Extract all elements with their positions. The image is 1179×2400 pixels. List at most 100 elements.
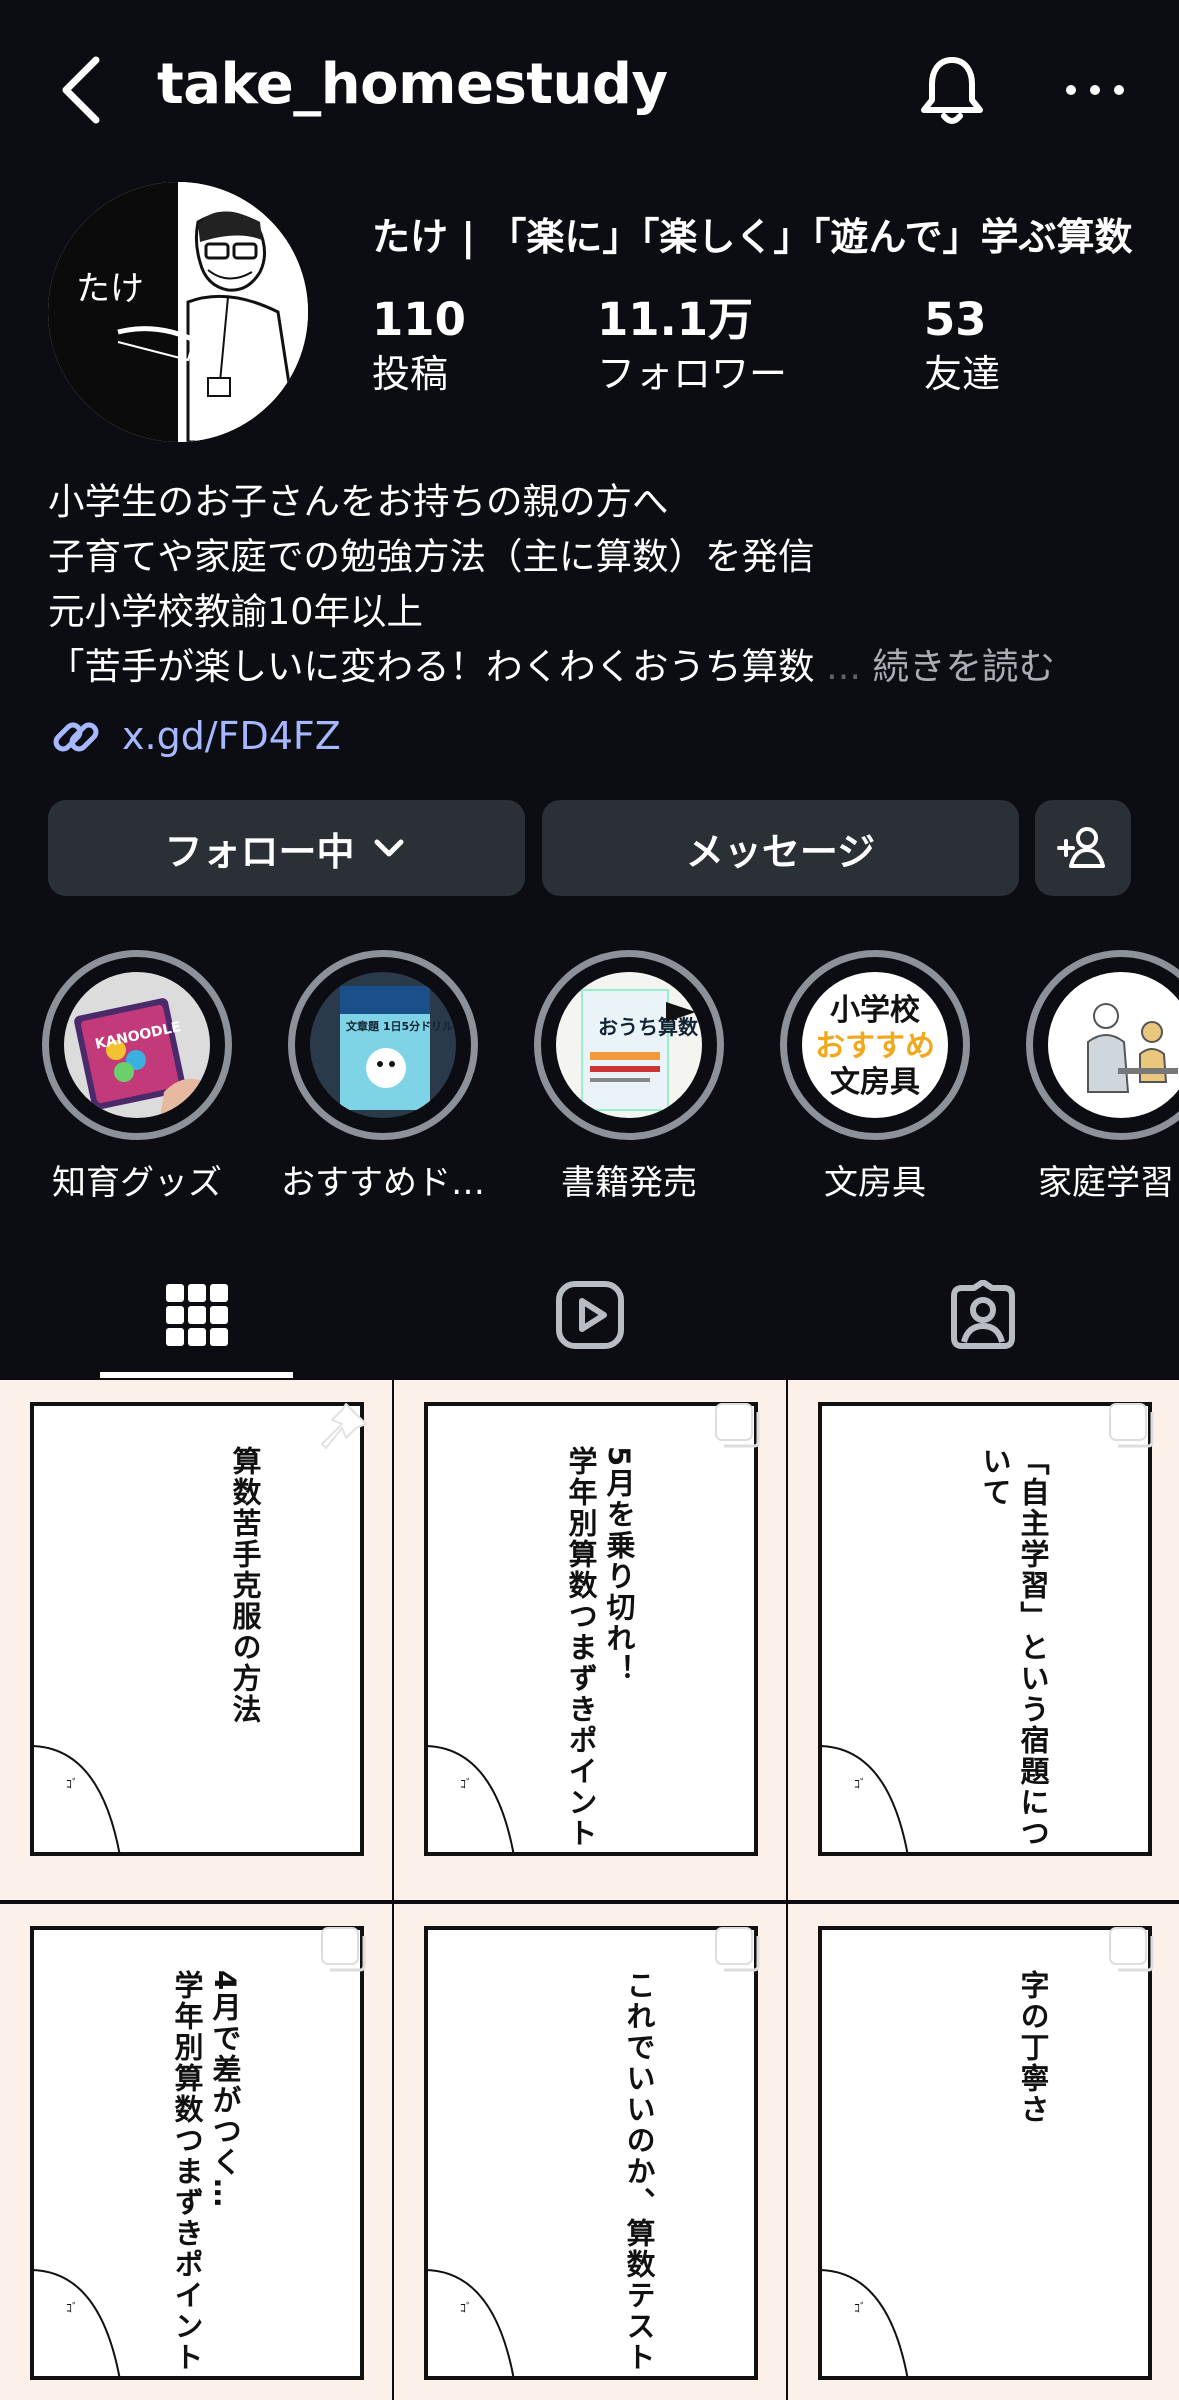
profile-tabs (0, 1250, 1179, 1380)
grid-icon (165, 1284, 228, 1346)
more-options-button[interactable] (1055, 60, 1135, 120)
highlight-item[interactable]: 小学校 おすすめ 文房具 文房具 (750, 950, 996, 1203)
stat-followers[interactable]: 11.1万 フォロワー (597, 292, 787, 400)
stat-friends-value: 53 (924, 293, 987, 346)
highlight-cover: KANOODLE (64, 972, 210, 1118)
highlight-item[interactable]: おうち算数 書籍発売 (504, 950, 750, 1203)
post-card: 5月を乗り切れ！ 学年別算数つまずきポイント ｺﾞ (424, 1402, 758, 1856)
svg-text:ｺﾞ: ｺﾞ (460, 1777, 472, 1791)
profile-screen: take_homestudy たけ たけ | 「楽に」「楽しく」「遊んで」学ぶ算… (0, 0, 1179, 2400)
bio: 小学生のお子さんをお持ちの親の方へ 子育てや家庭での勉強方法（主に算数）を発信 … (48, 474, 1148, 694)
more-dots-icon (1066, 85, 1124, 95)
highlight-cover: おうち算数 (556, 972, 702, 1118)
pin-icon (321, 1403, 367, 1449)
active-tab-indicator (100, 1372, 293, 1378)
post-title: 5月を乗り切れ！ 学年別算数つまずきポイント (564, 1446, 636, 1849)
carousel-icon (715, 1403, 760, 1448)
highlight-cover: 小学校 おすすめ 文房具 (802, 972, 948, 1118)
highlight-item[interactable]: KANOODLE 知育グッズ (12, 950, 258, 1203)
post-card: 算数苦手克服の方法 ｺﾞ (30, 1402, 364, 1856)
highlight-ring: 文章題 1日5分ドリル (288, 950, 478, 1140)
corner-doodle: ｺﾞ (424, 2269, 515, 2380)
bell-icon (921, 57, 983, 124)
bio-more-link[interactable]: 続きを読む (873, 645, 1056, 688)
highlight-ring: KANOODLE (42, 950, 232, 1140)
post-tile[interactable]: 4月で差がつく… 学年別算数つまずきポイント ｺﾞ (0, 1904, 392, 2400)
following-label: フォロー中 (164, 829, 355, 874)
svg-text:ｺﾞ: ｺﾞ (66, 1777, 78, 1791)
post-title: 「自主学習」という宿題について (978, 1446, 1050, 1849)
profile-username: take_homestudy (157, 52, 668, 117)
stat-posts-value: 110 (372, 293, 466, 346)
message-button[interactable]: メッセージ (542, 800, 1019, 896)
highlight-item[interactable]: 家庭学習 (996, 950, 1179, 1203)
tab-reels[interactable] (393, 1250, 786, 1380)
stat-followers-label: フォロワー (597, 352, 788, 396)
back-button[interactable] (52, 50, 122, 130)
suggested-users-button[interactable] (1035, 800, 1131, 896)
highlight-item[interactable]: 文章題 1日5分ドリル おすすめド… (258, 950, 504, 1203)
bio-line-last: 「苦手が楽しいに変わる！わくわくおうち算数 ... 続きを読む (48, 639, 1148, 694)
bio-line: 子育てや家庭での勉強方法（主に算数）を発信 (48, 535, 815, 578)
highlight-cover-text: 小学校 (830, 993, 920, 1028)
tab-tagged[interactable] (786, 1250, 1179, 1380)
profile-link[interactable]: x.gd/FD4FZ (48, 708, 341, 764)
display-name: たけ | 「楽に」「楽しく」「遊んで」学ぶ算数 (372, 215, 1133, 259)
corner-doodle: ｺﾞ (818, 2269, 909, 2380)
corner-doodle: ｺﾞ (424, 1745, 515, 1856)
chevron-left-icon (62, 56, 100, 124)
highlight-ring: 小学校 おすすめ 文房具 (780, 950, 970, 1140)
notifications-button[interactable] (912, 50, 992, 130)
corner-doodle: ｺﾞ (30, 2269, 121, 2380)
avatar[interactable]: たけ (48, 182, 308, 442)
tab-posts-grid[interactable] (0, 1250, 393, 1380)
post-tile[interactable]: 5月を乗り切れ！ 学年別算数つまずきポイント ｺﾞ (394, 1380, 786, 1900)
post-card: これでいいのか、算数テスト ｺﾞ (424, 1926, 758, 2380)
bio-line: 小学生のお子さんをお持ちの親の方へ (48, 480, 669, 523)
chevron-down-icon (374, 839, 403, 857)
bio-line: 元小学校教諭10年以上 (48, 590, 423, 633)
corner-doodle: ｺﾞ (30, 1745, 121, 1856)
post-card: 「自主学習」という宿題について ｺﾞ (818, 1402, 1152, 1856)
add-user-icon (1057, 827, 1105, 868)
avatar-signature: たけ (76, 269, 144, 309)
highlight-cover-text: 文房具 (830, 1065, 920, 1100)
highlight-label: 家庭学習 (1038, 1163, 1174, 1203)
post-title: 算数苦手克服の方法 (228, 1446, 262, 1725)
bio-line: 「苦手が楽しいに変わる！わくわくおうち算数 (48, 645, 815, 688)
post-tile[interactable]: これでいいのか、算数テスト ｺﾞ (394, 1904, 786, 2400)
highlight-cover (1048, 972, 1179, 1118)
svg-text:ｺﾞ: ｺﾞ (66, 2301, 78, 2315)
following-button[interactable]: フォロー中 (48, 800, 525, 896)
tagged-user-icon (950, 1280, 1015, 1349)
stat-posts[interactable]: 110 投稿 (372, 292, 466, 400)
post-title: これでいいのか、算数テスト (622, 1970, 656, 2373)
stat-friends-label: 友達 (924, 352, 1001, 396)
stat-friends[interactable]: 53 友達 (924, 292, 1000, 400)
reels-play-icon (555, 1281, 624, 1349)
post-card: 字の丁寧さ ｺﾞ (818, 1926, 1152, 2380)
highlight-ring (1026, 950, 1179, 1140)
highlight-cover-text: 文章題 1日5分ドリル (346, 1019, 453, 1033)
posts-grid: 算数苦手克服の方法 ｺﾞ 5月を乗り切れ！ 学年別算数つまずきポイント ｺﾞ 「… (0, 1380, 1179, 2400)
post-tile[interactable]: 字の丁寧さ ｺﾞ (788, 1904, 1179, 2400)
link-icon (53, 722, 99, 752)
stat-posts-label: 投稿 (372, 352, 449, 396)
bio-ellipsis: ... (826, 645, 861, 688)
top-bar: take_homestudy (0, 0, 1179, 175)
post-tile[interactable]: 算数苦手克服の方法 ｺﾞ (0, 1380, 392, 1900)
highlight-cover: 文章題 1日5分ドリル (310, 972, 456, 1118)
carousel-icon (1109, 1403, 1154, 1448)
post-tile[interactable]: 「自主学習」という宿題について ｺﾞ (788, 1380, 1179, 1900)
link-text: x.gd/FD4FZ (122, 714, 341, 758)
highlight-ring: おうち算数 (534, 950, 724, 1140)
highlight-label: 書籍発売 (561, 1163, 697, 1203)
carousel-icon (715, 1927, 760, 1972)
carousel-icon (1109, 1927, 1154, 1972)
highlight-label: 文房具 (824, 1163, 926, 1203)
highlight-label: おすすめド… (281, 1163, 485, 1203)
carousel-icon (321, 1927, 366, 1972)
svg-text:ｺﾞ: ｺﾞ (460, 2301, 472, 2315)
post-title: 4月で差がつく… 学年別算数つまずきポイント (170, 1970, 242, 2373)
highlight-cover-text: おうち算数 (598, 1015, 699, 1039)
